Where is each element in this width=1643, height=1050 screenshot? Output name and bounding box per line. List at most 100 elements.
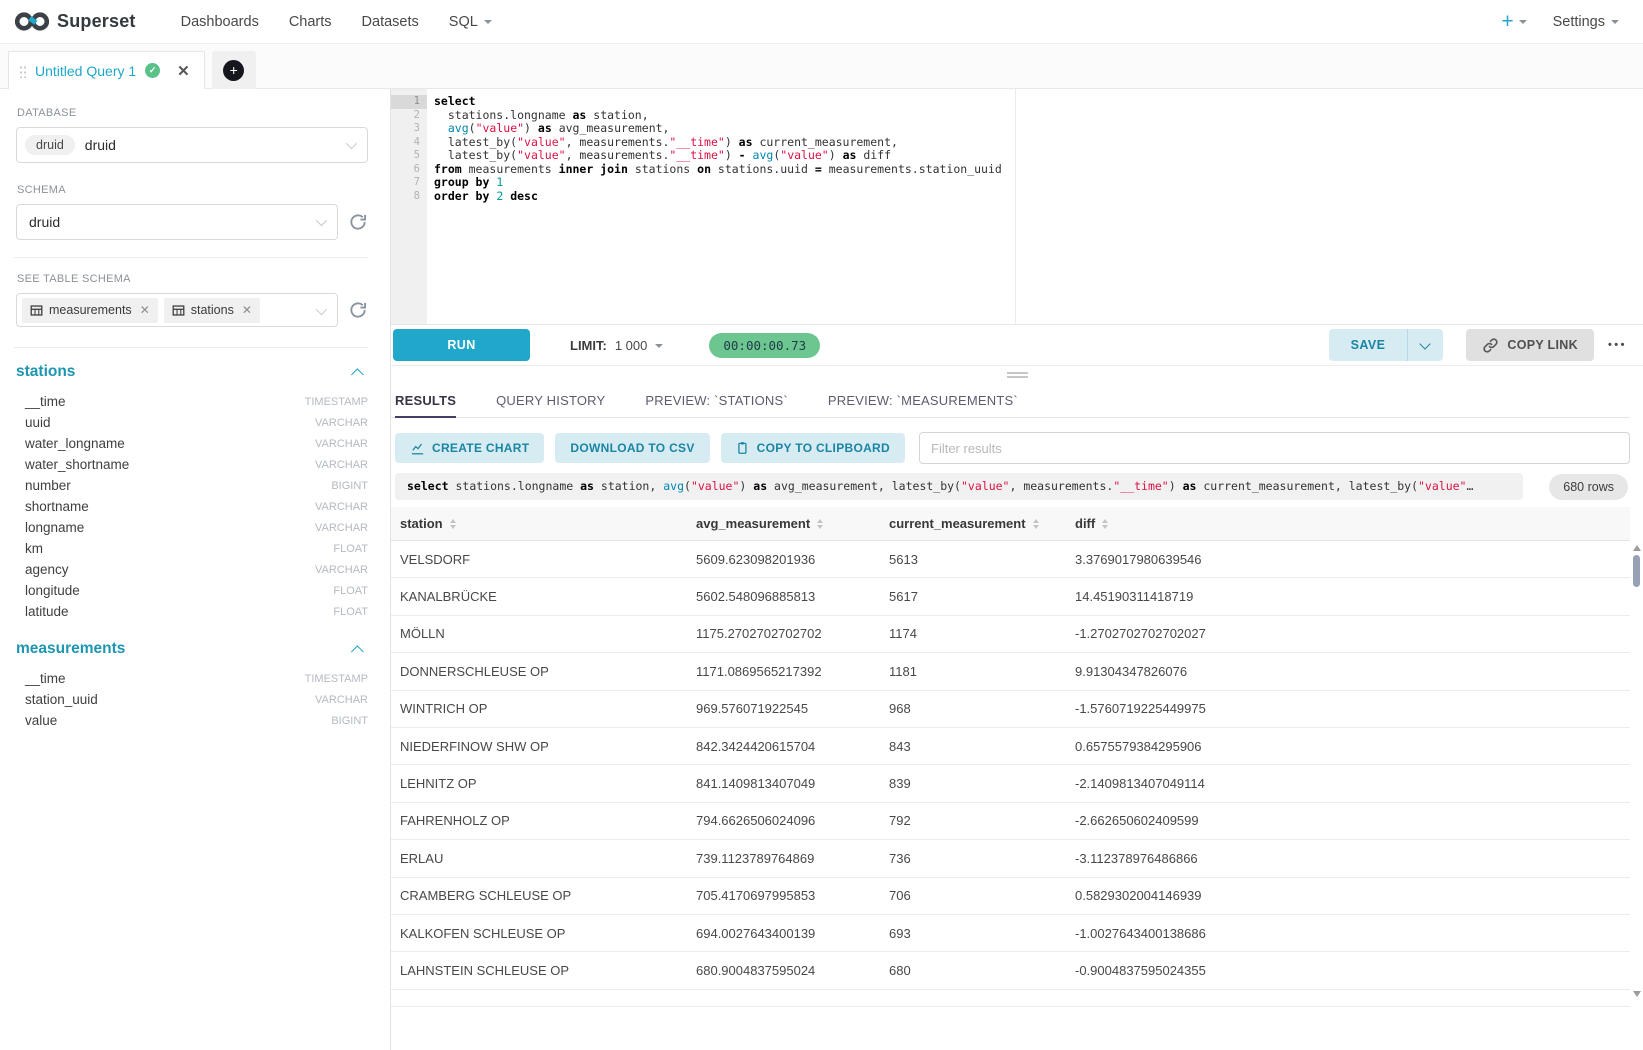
schema-collapse-measurements[interactable]: measurements [16, 640, 368, 658]
table-row[interactable]: ERLAU739.1123789764869736-3.112378976486… [391, 840, 1630, 877]
drag-handle-icon[interactable] [19, 64, 26, 78]
schema-column-row[interactable]: agencyVARCHAR [16, 559, 368, 580]
sort-icon[interactable] [1102, 519, 1108, 529]
pane-resize-handle[interactable] [391, 366, 1643, 384]
table-row[interactable]: FAHRENHOLZ OP794.6626506024096792-2.6626… [391, 803, 1630, 840]
chart-icon [410, 441, 425, 456]
refresh-icon [348, 300, 368, 320]
schema-column-row[interactable]: station_uuidVARCHAR [16, 689, 368, 710]
table-cell: VELSDORF [391, 552, 687, 567]
save-dropdown-button[interactable] [1407, 329, 1443, 361]
settings-menu[interactable]: Settings [1553, 14, 1619, 30]
table-cell: 839 [880, 776, 1066, 791]
schema-column-row[interactable]: latitudeFLOAT [16, 601, 368, 622]
table-schema-select[interactable]: measurements ✕ stations ✕ [16, 293, 338, 327]
code-line: group by 1 [434, 176, 1643, 190]
more-actions-button[interactable]: ••• [1605, 339, 1630, 351]
copy-link-button[interactable]: COPY LINK [1466, 329, 1594, 361]
sql-editor[interactable]: 12345678 select stations.longname as sta… [391, 89, 1643, 324]
table-cell: 693 [880, 926, 1066, 941]
nav-charts[interactable]: Charts [289, 14, 332, 30]
refresh-tables-button[interactable] [348, 300, 368, 320]
run-button[interactable]: RUN [393, 329, 530, 361]
nav-sql[interactable]: SQL [449, 14, 492, 30]
column-header-station[interactable]: station [391, 507, 687, 540]
refresh-schemas-button[interactable] [348, 212, 368, 232]
superset-logo[interactable]: Superset [14, 10, 136, 33]
column-header-current_measurement[interactable]: current_measurement [880, 507, 1066, 540]
scroll-up-icon[interactable] [1633, 545, 1641, 551]
line-number: 7 [391, 176, 427, 190]
close-tab-icon[interactable]: ✕ [177, 62, 190, 80]
line-number: 3 [391, 122, 427, 136]
schema-column-row[interactable]: longitudeFLOAT [16, 580, 368, 601]
column-list: __timeTIMESTAMPuuidVARCHARwater_longname… [16, 391, 368, 622]
table-row[interactable]: NIEDERFINOW SHW OP842.34244206157048430.… [391, 728, 1630, 765]
schema-column-row[interactable]: shortnameVARCHAR [16, 496, 368, 517]
column-header-avg_measurement[interactable]: avg_measurement [687, 507, 880, 540]
table-chip-stations[interactable]: stations ✕ [164, 298, 260, 323]
database-select[interactable]: druid druid [16, 127, 368, 163]
sort-icon[interactable] [450, 519, 456, 529]
column-header-diff[interactable]: diff [1066, 507, 1630, 540]
table-cell: 1174 [880, 626, 1066, 641]
column-name: uuid [25, 415, 51, 430]
table-row[interactable]: VELSDORF5609.62309820193656133.376901798… [391, 541, 1630, 578]
nav-dashboards[interactable]: Dashboards [181, 14, 259, 30]
schema-column-row[interactable]: uuidVARCHAR [16, 412, 368, 433]
query-tab[interactable]: Untitled Query 1 ✓ ✕ [8, 51, 205, 89]
table-header-row: stationavg_measurementcurrent_measuremen… [391, 507, 1630, 541]
remove-chip-icon[interactable]: ✕ [140, 303, 150, 317]
limit-dropdown[interactable]: LIMIT: 1 000 [570, 338, 663, 353]
schema-collapse-stations[interactable]: stations [16, 363, 368, 381]
table-chip-measurements[interactable]: measurements ✕ [22, 298, 158, 323]
copy-to-clipboard-button[interactable]: COPY TO CLIPBOARD [721, 433, 905, 463]
schema-column-row[interactable]: __timeTIMESTAMP [16, 391, 368, 412]
schema-column-row[interactable]: kmFLOAT [16, 538, 368, 559]
limit-value: 1 000 [615, 338, 648, 353]
scroll-down-icon[interactable] [1633, 991, 1641, 997]
table-row[interactable]: KALKOFEN SCHLEUSE OP694.0027643400139693… [391, 915, 1630, 952]
table-row[interactable]: CRAMBERG SCHLEUSE OP705.4170697995853706… [391, 878, 1630, 915]
schema-column-row[interactable]: longnameVARCHAR [16, 517, 368, 538]
sort-icon[interactable] [1033, 519, 1039, 529]
tab-results[interactable]: RESULTS [395, 384, 456, 418]
new-item-button[interactable]: + [1501, 10, 1526, 34]
schema-column-row[interactable]: __timeTIMESTAMP [16, 668, 368, 689]
scrollbar-thumb[interactable] [1633, 555, 1640, 587]
save-button[interactable]: SAVE [1329, 329, 1408, 361]
sort-icon[interactable] [817, 519, 823, 529]
schema-column-row[interactable]: water_longnameVARCHAR [16, 433, 368, 454]
database-label: DATABASE [17, 107, 368, 119]
vertical-scrollbar[interactable] [1631, 542, 1643, 1000]
schema-select[interactable]: druid [16, 204, 338, 240]
table-row[interactable]: KANALBRÜCKE5602.548096885813561714.45190… [391, 578, 1630, 615]
chevron-down-icon [316, 215, 327, 226]
results-table: stationavg_measurementcurrent_measuremen… [391, 507, 1643, 1050]
tab-query-history[interactable]: QUERY HISTORY [496, 384, 605, 417]
create-chart-button[interactable]: CREATE CHART [395, 433, 544, 463]
table-row[interactable]: LAHNSTEIN SCHLEUSE OP680.900483759502468… [391, 952, 1630, 989]
table-row[interactable]: MÖLLN1175.27027027027021174-1.2702702702… [391, 616, 1630, 653]
tab-preview-stations[interactable]: PREVIEW: `STATIONS` [645, 384, 787, 417]
download-csv-button[interactable]: DOWNLOAD TO CSV [555, 433, 709, 463]
infinity-logo-icon [14, 10, 50, 33]
table-row[interactable]: DONNERSCHLEUSE OP1171.086956521739211819… [391, 653, 1630, 690]
add-tab-button[interactable]: + [223, 60, 244, 81]
remove-chip-icon[interactable]: ✕ [242, 303, 252, 317]
filter-results-input[interactable] [919, 432, 1630, 464]
code-line: latest_by("value", measurements."__time"… [434, 149, 1643, 163]
top-navbar: Superset Dashboards Charts Datasets SQL … [0, 0, 1643, 44]
editor-code[interactable]: select stations.longname as station, avg… [434, 95, 1643, 203]
query-preview-bar[interactable]: select stations.longname as station, avg… [395, 473, 1523, 500]
schema-column-row[interactable]: water_shortnameVARCHAR [16, 454, 368, 475]
schema-column-row[interactable]: numberBIGINT [16, 475, 368, 496]
table-row[interactable]: LEHNITZ OP841.1409813407049839-2.1409813… [391, 765, 1630, 802]
row-count-badge: 680 rows [1549, 474, 1628, 500]
table-cell: 3.3769017980639546 [1066, 552, 1630, 567]
column-name: longname [25, 520, 84, 535]
schema-column-row[interactable]: valueBIGINT [16, 710, 368, 731]
tab-preview-measurements[interactable]: PREVIEW: `MEASUREMENTS` [828, 384, 1018, 417]
table-row[interactable]: WINTRICH OP969.576071922545968-1.5760719… [391, 691, 1630, 728]
nav-datasets[interactable]: Datasets [362, 14, 419, 30]
